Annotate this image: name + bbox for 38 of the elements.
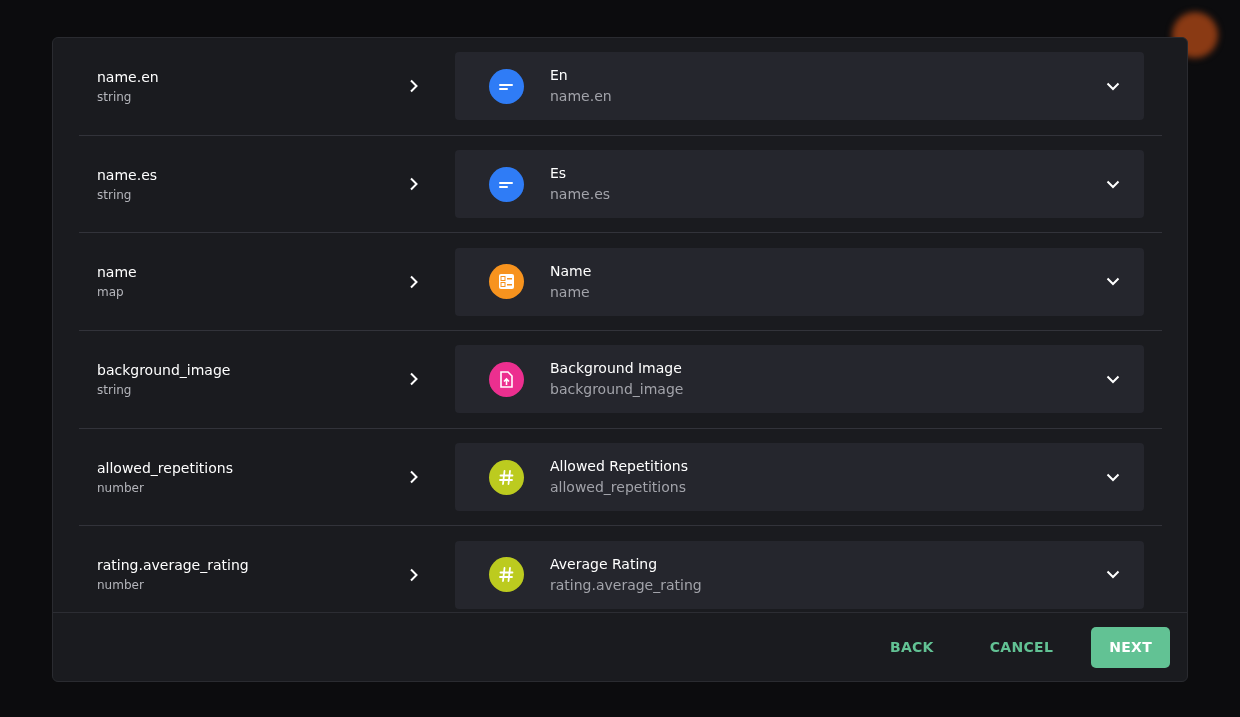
chevron-down-icon [1106,570,1120,580]
target-field-label: Name [550,261,593,281]
target-field-key: name.en [550,86,1106,108]
target-field-label: Allowed Repetitions [550,457,690,477]
source-field-name: name [97,263,138,283]
target-field-dropdown[interactable]: Name name [455,247,1144,316]
source-field-name: name.en [97,67,160,87]
target-field-dropdown[interactable]: Allowed Repetitions allowed_repetitions [455,443,1144,512]
source-field-name: allowed_repetitions [97,458,234,478]
source-field-type: string [97,88,133,106]
target-field-label: Es [550,164,568,184]
target-field-key: allowed_repetitions [550,477,1106,499]
chevron-down-icon [1106,374,1120,384]
source-field-type: string [97,186,133,204]
target-field-label: Average Rating [550,554,659,574]
target-field-dropdown[interactable]: Average Rating rating.average_rating [455,540,1144,609]
source-field-name: background_image [97,360,232,380]
source-field-type: map [97,284,125,302]
text-button[interactable]: CANCEL [971,626,1072,668]
target-field-key: rating.average_rating [550,574,1106,596]
target-field-dropdown[interactable]: Background Image background_image [455,345,1144,414]
target-field-label: Background Image [550,359,683,379]
chevron-down-icon [1106,179,1120,189]
source-field-type: number [97,479,145,497]
target-field-key: name [550,281,1106,303]
target-field-label: En [550,66,569,86]
chevron-down-icon [1106,277,1120,287]
source-field-type: number [97,577,145,595]
chevron-down-icon [1106,472,1120,482]
target-field-dropdown[interactable]: Es name.es [455,150,1144,219]
source-field-name: rating.average_rating [97,556,250,576]
text-button[interactable]: BACK [871,626,952,668]
target-field-dropdown[interactable]: En name.en [455,52,1144,121]
source-field-name: name.es [97,165,159,185]
chevron-down-icon [1106,81,1120,91]
target-field-key: background_image [550,379,1106,401]
target-field-key: name.es [550,184,1106,206]
source-field-type: string [97,381,133,399]
